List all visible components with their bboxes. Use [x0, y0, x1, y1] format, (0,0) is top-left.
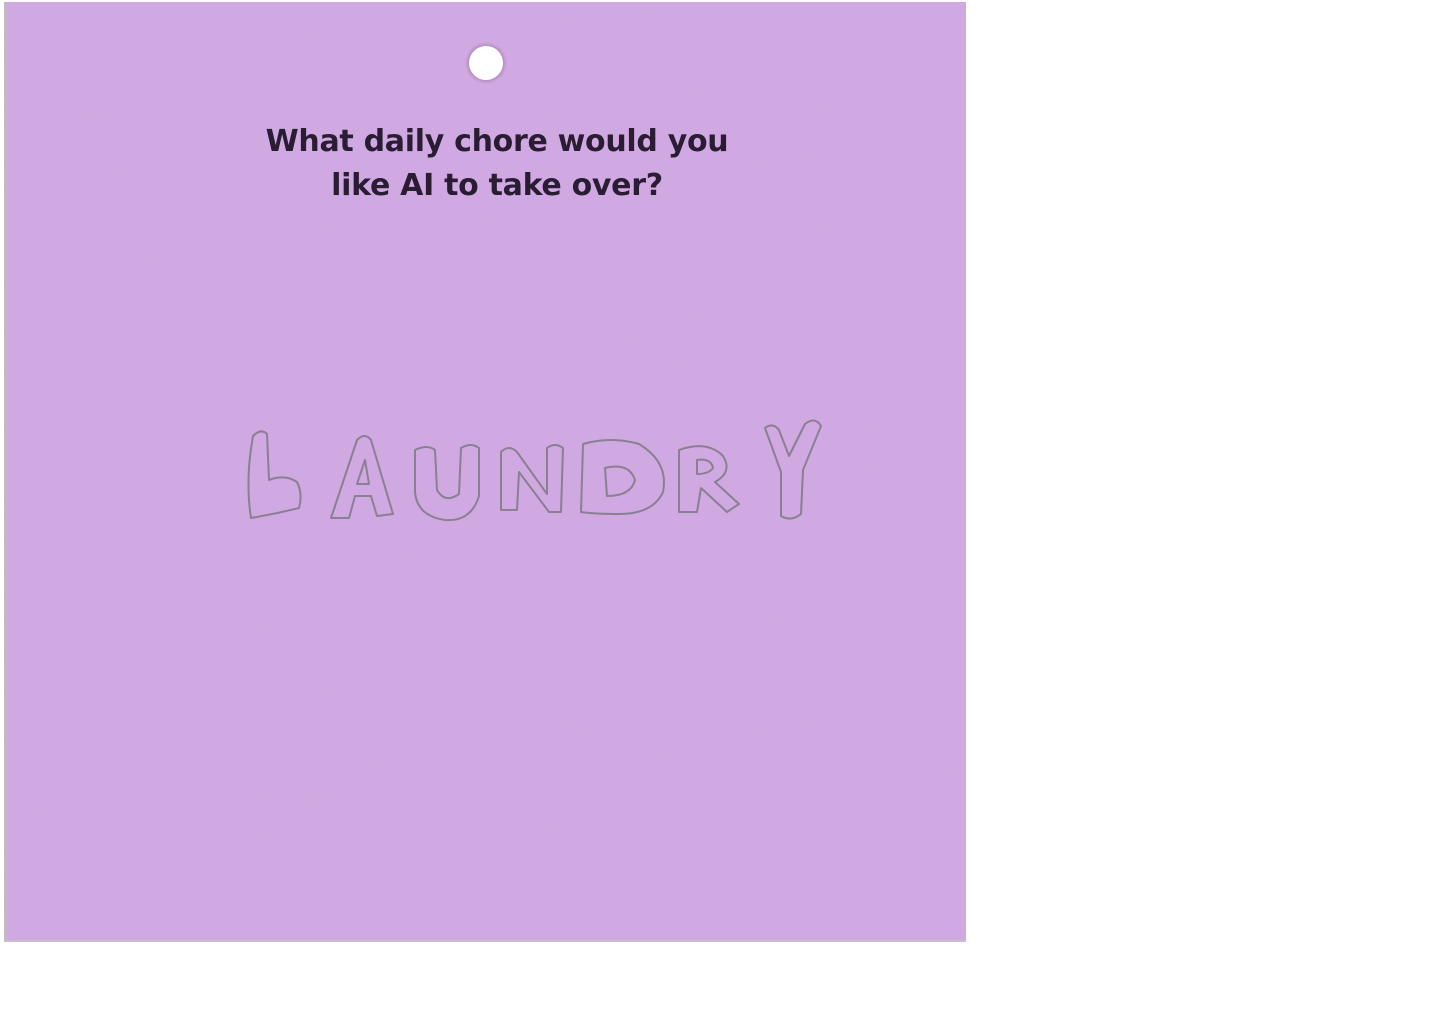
question-card: What daily chore would you like AI to ta… — [4, 2, 966, 942]
question-line-2: like AI to take over? — [331, 168, 663, 203]
question-line-1: What daily chore would you — [265, 124, 729, 159]
handwritten-answer — [247, 419, 822, 522]
card-question: What daily chore would you like AI to ta… — [7, 120, 966, 208]
punched-hole — [467, 44, 505, 82]
